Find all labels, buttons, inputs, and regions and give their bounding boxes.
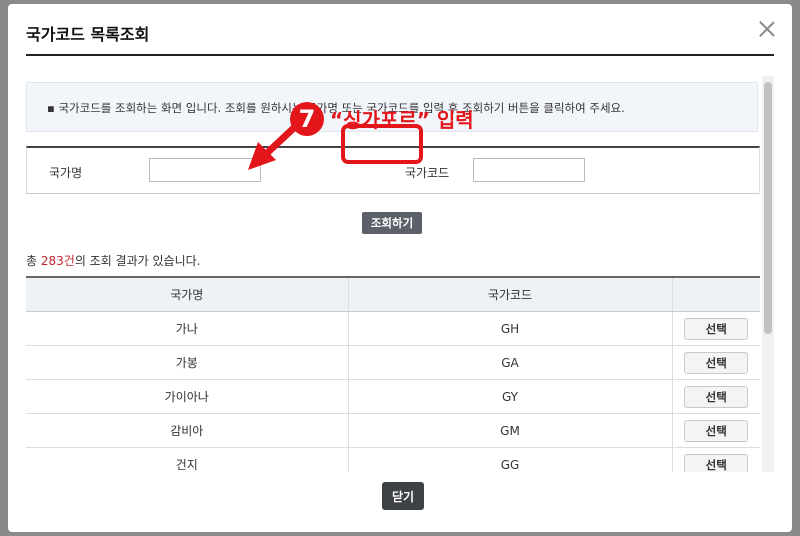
country-name-cell: 건지: [26, 447, 349, 472]
country-name-label: 국가명: [49, 166, 83, 180]
country-code-modal: 국가코드 목록조회 ▪ 국가코드를 조회하는 화면 입니다. 조회를 원하시는 …: [8, 4, 792, 532]
country-name-cell: 감비아: [26, 413, 349, 448]
header-country-name: 국가명: [26, 276, 349, 312]
header-country-code: 국가코드: [348, 276, 673, 312]
table-row: 가이아나 GY 선택: [26, 379, 760, 414]
annotation-text: “싱가포르” 입력: [330, 108, 474, 132]
title-divider: [26, 54, 774, 56]
close-button[interactable]: 닫기: [382, 482, 424, 510]
result-prefix: 총: [26, 254, 41, 268]
select-button[interactable]: 선택: [684, 453, 749, 472]
select-button[interactable]: 선택: [684, 419, 749, 442]
table-header-row: 국가명 국가코드: [26, 276, 760, 312]
select-button[interactable]: 선택: [684, 385, 749, 408]
country-code-input[interactable]: [473, 158, 585, 182]
result-count: 283건: [40, 254, 75, 268]
country-code-cell: GM: [348, 413, 673, 448]
table-row: 감비아 GM 선택: [26, 413, 760, 448]
select-button[interactable]: 선택: [684, 351, 749, 374]
table-row: 가봉 GA 선택: [26, 345, 760, 380]
step-number-badge: 7: [290, 102, 324, 136]
country-code-cell: GY: [348, 379, 673, 414]
scrollbar-thumb[interactable]: [764, 82, 772, 334]
header-action: [672, 276, 760, 312]
table-row: 건지 GG 선택: [26, 447, 760, 472]
country-code-cell: GH: [348, 311, 673, 346]
country-name-cell: 가나: [26, 311, 349, 346]
country-name-cell: 가이아나: [26, 379, 349, 414]
result-suffix: 의 조회 결과가 있습니다.: [74, 254, 201, 268]
result-summary: 총 283건의 조회 결과가 있습니다.: [26, 252, 200, 269]
close-icon[interactable]: [758, 20, 776, 38]
modal-header: 국가코드 목록조회: [8, 4, 792, 56]
search-button[interactable]: 조회하기: [362, 212, 422, 234]
results-table: 국가명 국가코드 가나 GH 선택 가봉 GA 선택 가이아나 GY 선택 감비…: [26, 276, 760, 472]
country-code-cell: GG: [348, 447, 673, 472]
country-name-cell: 가봉: [26, 345, 349, 380]
country-code-cell: GA: [348, 345, 673, 380]
table-row: 가나 GH 선택: [26, 311, 760, 346]
select-button[interactable]: 선택: [684, 317, 749, 340]
country-code-label: 국가코드: [405, 166, 450, 180]
modal-title: 국가코드 목록조회: [26, 25, 150, 44]
